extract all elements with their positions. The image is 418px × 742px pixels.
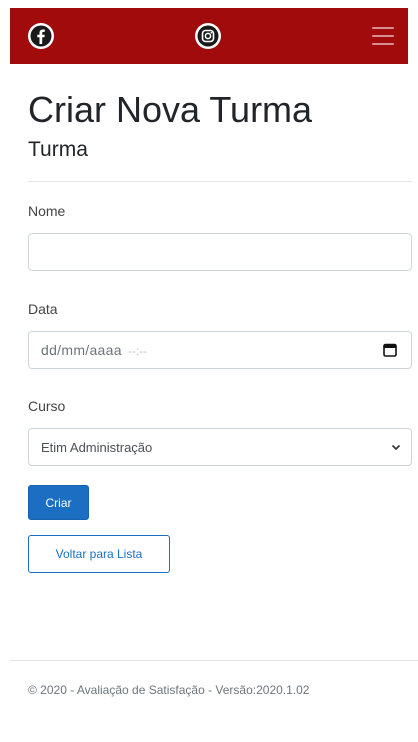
back-row: Voltar para Lista bbox=[28, 520, 412, 573]
create-class-form: Nome Data dd/mm/aaaa --:-- Curso Etim Adm… bbox=[28, 202, 412, 573]
main-content: Criar Nova Turma Turma Nome Data dd/mm/a… bbox=[28, 88, 412, 573]
footer-divider bbox=[10, 660, 418, 661]
submit-row: Criar bbox=[28, 466, 412, 520]
data-input[interactable]: dd/mm/aaaa --:-- bbox=[28, 331, 412, 369]
voltar-para-lista-button[interactable]: Voltar para Lista bbox=[28, 535, 170, 573]
date-placeholder: dd/mm/aaaa bbox=[41, 342, 122, 358]
nome-field-wrapper bbox=[28, 233, 412, 271]
instagram-link[interactable] bbox=[194, 22, 222, 50]
chevron-down-icon bbox=[391, 444, 401, 451]
top-navbar bbox=[10, 8, 408, 64]
facebook-icon bbox=[28, 23, 54, 49]
divider bbox=[28, 181, 412, 182]
facebook-link[interactable] bbox=[27, 22, 55, 50]
calendar-icon[interactable] bbox=[383, 343, 397, 357]
footer-text: © 2020 - Avaliação de Satisfação - Versã… bbox=[28, 683, 310, 697]
curso-selected-value: Etim Administração bbox=[41, 439, 153, 455]
hamburger-menu-icon[interactable] bbox=[372, 27, 394, 45]
nome-label: Nome bbox=[28, 203, 66, 219]
data-label: Data bbox=[28, 301, 58, 317]
section-subtitle: Turma bbox=[28, 138, 88, 161]
curso-label: Curso bbox=[28, 398, 66, 414]
instagram-icon bbox=[195, 23, 221, 49]
time-placeholder: --:-- bbox=[127, 344, 148, 358]
curso-select[interactable]: Etim Administração bbox=[28, 428, 412, 466]
page-title: Criar Nova Turma bbox=[28, 89, 313, 130]
nome-input[interactable] bbox=[41, 244, 399, 260]
criar-button[interactable]: Criar bbox=[28, 485, 89, 520]
